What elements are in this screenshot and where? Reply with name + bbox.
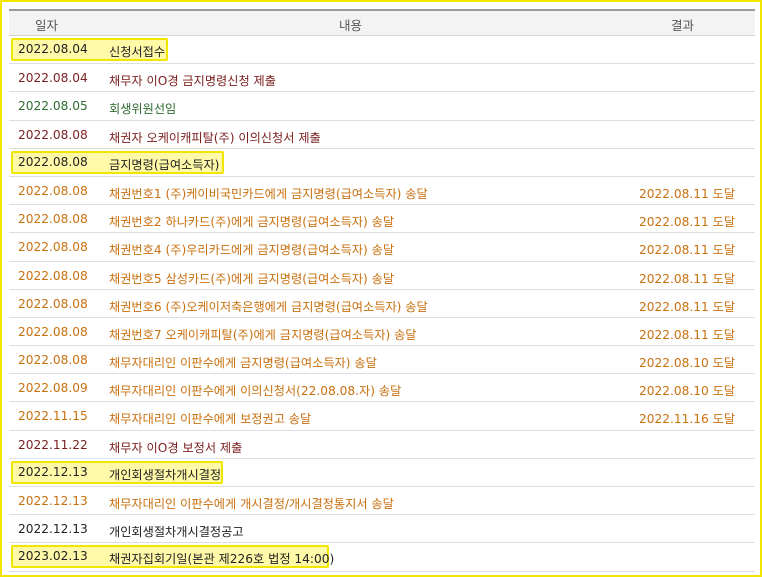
row-content: 채권번호5 삼성카드(주)에게 금지명령(급여소득자) 송달 bbox=[109, 271, 395, 286]
table-header: 일자 내용 결과 bbox=[9, 9, 755, 36]
row-date: 2022.08.05 bbox=[18, 99, 88, 114]
row-result: 2022.08.11 도달 bbox=[639, 299, 736, 314]
row-date: 2022.08.09 bbox=[18, 381, 88, 396]
row-content: 개인회생절차개시결정공고 bbox=[109, 525, 244, 540]
case-history-table: 일자 내용 결과 2022.08.04 신청서접수 2022.08.04 채무자 이O… bbox=[9, 9, 755, 572]
table-row: 2022.12.13 개인회생절차개시결정공고 bbox=[9, 515, 755, 544]
row-result: 2022.08.11 도달 bbox=[639, 215, 736, 230]
table-row: 2022.11.15 채무자대리인 이판수에게 보정권고 송달 2022.11.16… bbox=[9, 402, 755, 431]
table-row: 2022.08.08 채권번호2 하나카드(주)에게 금지명령(급여소득자) 송달… bbox=[9, 205, 755, 234]
header-content: 내용 bbox=[339, 18, 363, 33]
table-row: 2022.08.09 채무자대리인 이판수에게 이의신청서(22.08.08.자)… bbox=[9, 374, 755, 403]
table-row: 2022.08.05 회생위원선임 bbox=[9, 92, 755, 121]
table-row: 2022.08.08 채권번호6 (주)오케이저축은행에게 금지명령(급여소득자)… bbox=[9, 290, 755, 318]
row-content: 신청서접수 bbox=[109, 45, 166, 59]
header-result: 결과 bbox=[671, 18, 695, 33]
row-content: 금지명령(급여소득자) bbox=[109, 157, 220, 172]
table-row: 2022.12.13 채무자대리인 이판수에게 개시결정/개시결정통지서 송달 bbox=[9, 487, 755, 516]
row-date: 2022.12.13 bbox=[18, 494, 88, 508]
row-content: 채권번호7 오케이캐피탈(주)에게 금지명령(급여소득자) 송달 bbox=[109, 327, 417, 342]
row-date: 2022.08.04 bbox=[18, 42, 88, 56]
row-date: 2022.08.08 bbox=[18, 353, 88, 368]
row-content: 채권번호2 하나카드(주)에게 금지명령(급여소득자) 송달 bbox=[109, 215, 395, 230]
table-row: 2022.12.13 개인회생절차개시결정 bbox=[9, 459, 755, 487]
table-row: 2022.08.08 채권번호1 (주)케이비국민카드에게 금지명령(급여소득자)… bbox=[9, 177, 755, 206]
row-content: 채권자 오케이캐피탈(주) 이의신청서 제출 bbox=[109, 130, 321, 145]
table-row: 2022.08.08 채권번호4 (주)우리카드에게 금지명령(급여소득자) 송달… bbox=[9, 233, 755, 262]
table-row: 2022.08.08 채무자대리인 이판수에게 금지명령(급여소득자) 송달 202… bbox=[9, 346, 755, 375]
row-date: 2022.11.22 bbox=[18, 437, 88, 452]
row-content: 채권번호4 (주)우리카드에게 금지명령(급여소득자) 송달 bbox=[109, 243, 395, 258]
row-result: 2022.08.10 도달 bbox=[639, 384, 736, 399]
row-content: 채무자대리인 이판수에게 보정권고 송달 bbox=[109, 412, 312, 427]
table-row: 2022.08.08 금지명령(급여소득자) bbox=[9, 149, 755, 177]
row-date: 2022.08.08 bbox=[18, 127, 88, 142]
row-content: 채무자대리인 이판수에게 이의신청서(22.08.08.자) 송달 bbox=[109, 384, 402, 399]
table-row: 2023.02.13 채권자집회기일(본관 제226호 법정 14:00) bbox=[9, 543, 755, 572]
table-row: 2022.11.22 채무자 이O경 보정서 제출 bbox=[9, 431, 755, 459]
row-content: 회생위원선임 bbox=[109, 102, 177, 117]
row-content: 채권번호1 (주)케이비국민카드에게 금지명령(급여소득자) 송달 bbox=[109, 186, 428, 201]
row-result: 2022.08.11 도달 bbox=[639, 271, 736, 286]
table-row: 2022.08.08 채권자 오케이캐피탈(주) 이의신청서 제출 bbox=[9, 121, 755, 149]
table-row: 2022.08.04 신청서접수 bbox=[9, 36, 755, 65]
row-content: 채권자집회기일(본관 제226호 법정 14:00) bbox=[109, 552, 335, 567]
row-content: 채권번호6 (주)오케이저축은행에게 금지명령(급여소득자) 송달 bbox=[109, 299, 428, 314]
row-date: 2023.02.13 bbox=[18, 549, 88, 564]
row-date: 2022.12.13 bbox=[18, 464, 88, 479]
row-result: 2022.08.11 도달 bbox=[639, 243, 736, 258]
row-content: 개인회생절차개시결정 bbox=[109, 467, 222, 482]
row-result: 2022.08.10 도달 bbox=[639, 356, 736, 371]
row-date: 2022.08.08 bbox=[18, 212, 88, 227]
row-date: 2022.08.08 bbox=[18, 324, 88, 339]
row-content: 채무자대리인 이판수에게 금지명령(급여소득자) 송달 bbox=[109, 356, 377, 371]
row-content: 채무자 이O경 금지명령신청 제출 bbox=[109, 74, 276, 89]
table-row: 2022.08.08 채권번호7 오케이캐피탈(주)에게 금지명령(급여소득자) … bbox=[9, 318, 755, 347]
row-content: 채무자대리인 이판수에게 개시결정/개시결정통지서 송달 bbox=[109, 497, 394, 511]
header-date: 일자 bbox=[35, 18, 59, 33]
table-row: 2022.08.08 채권번호5 삼성카드(주)에게 금지명령(급여소득자) 송달… bbox=[9, 262, 755, 290]
row-result: 2022.08.11 도달 bbox=[639, 186, 736, 201]
row-date: 2022.08.08 bbox=[18, 240, 88, 255]
row-content: 채무자 이O경 보정서 제출 bbox=[109, 440, 243, 455]
row-date: 2022.12.13 bbox=[18, 522, 88, 537]
row-date: 2022.08.04 bbox=[18, 71, 88, 86]
row-result: 2022.11.16 도달 bbox=[639, 412, 736, 427]
row-date: 2022.08.08 bbox=[18, 296, 88, 311]
row-date: 2022.08.08 bbox=[18, 268, 88, 283]
row-date: 2022.08.08 bbox=[18, 154, 88, 169]
table-row: 2022.08.04 채무자 이O경 금지명령신청 제출 bbox=[9, 64, 755, 93]
row-date: 2022.08.08 bbox=[18, 183, 88, 198]
row-result: 2022.08.11 도달 bbox=[639, 327, 736, 342]
screenshot-frame: 일자 내용 결과 2022.08.04 신청서접수 2022.08.04 채무자 이O… bbox=[0, 0, 762, 577]
row-date: 2022.11.15 bbox=[18, 409, 88, 424]
table-body: 2022.08.04 신청서접수 2022.08.04 채무자 이O경 금지명령신청 … bbox=[9, 36, 755, 572]
